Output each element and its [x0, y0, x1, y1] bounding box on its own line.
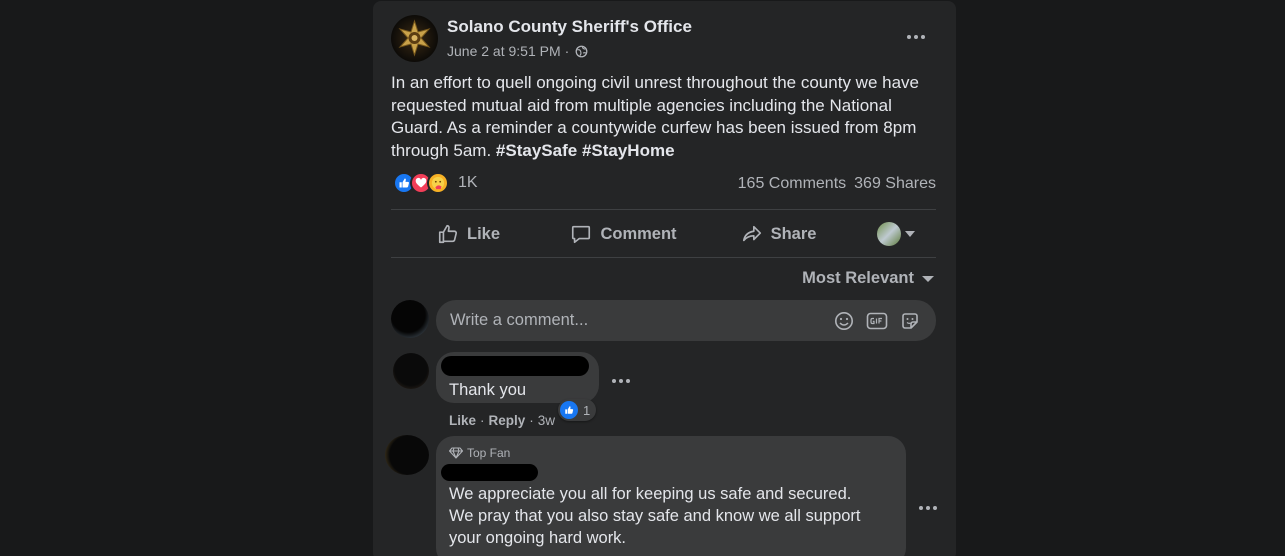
- like-button-label: Like: [466, 224, 501, 243]
- current-user-avatar[interactable]: [391, 300, 429, 338]
- choose-reaction-identity-button[interactable]: [856, 214, 936, 254]
- thumbs-up-icon: [438, 224, 458, 244]
- comment-reaction-count: 1: [583, 402, 591, 418]
- comment-composer: [436, 300, 936, 341]
- share-icon: [742, 225, 761, 242]
- comment-text-line: We pray that you also stay safe and know…: [449, 507, 861, 525]
- comment-reply-link[interactable]: Reply: [489, 413, 526, 428]
- more-dot-icon: [907, 35, 911, 39]
- caret-down-icon: [922, 275, 934, 282]
- comment-action-separator: ·: [529, 413, 534, 428]
- comment-more-options-button[interactable]: [914, 498, 942, 518]
- shares-count-link[interactable]: 369 Shares: [854, 175, 936, 193]
- emoji-icon[interactable]: [832, 309, 856, 333]
- post-text: In an effort to quell ongoing civil unre…: [391, 72, 936, 162]
- comment-text-line: We appreciate you all for keeping us saf…: [449, 485, 852, 503]
- comment-action-separator: ·: [480, 413, 485, 428]
- comment-bubble: Thank you: [436, 352, 599, 403]
- more-dot-icon: [919, 506, 923, 510]
- comment-reaction-summary[interactable]: 1: [558, 399, 597, 421]
- more-dot-icon: [619, 379, 623, 383]
- divider: [391, 257, 936, 258]
- post-card: Solano County Sheriff's Office June 2 at…: [373, 1, 956, 556]
- divider: [391, 209, 936, 210]
- more-dot-icon: [626, 379, 630, 383]
- post-timestamp[interactable]: June 2 at 9:51 PM: [447, 43, 561, 59]
- more-dot-icon: [933, 506, 937, 510]
- comment-button[interactable]: Comment: [546, 214, 701, 254]
- like-button[interactable]: Like: [391, 214, 546, 254]
- top-fan-badge[interactable]: Top Fan: [449, 446, 510, 460]
- post-action-bar: Like Comment Share: [391, 213, 936, 255]
- caret-down-icon: [905, 231, 915, 237]
- sticker-icon[interactable]: [898, 309, 922, 333]
- comment-text-line: your ongoing hard work.: [449, 529, 627, 547]
- reaction-summary[interactable]: 1K: [393, 172, 478, 194]
- comment-button-label: Comment: [600, 224, 677, 243]
- comments-count-link[interactable]: 165 Comments: [738, 175, 847, 193]
- reaction-count: 1K: [458, 174, 478, 191]
- comment-icon: [572, 225, 591, 244]
- identity-avatar: [877, 222, 901, 246]
- commenter-avatar[interactable]: [385, 435, 429, 475]
- share-button-label: Share: [770, 224, 817, 243]
- more-dot-icon: [921, 35, 925, 39]
- globe-icon: [575, 45, 588, 57]
- commenter-avatar[interactable]: [393, 353, 429, 389]
- gif-icon[interactable]: [865, 309, 889, 333]
- comment-more-options-button[interactable]: [607, 371, 635, 391]
- meta-separator: ·: [564, 43, 570, 59]
- comment-input[interactable]: [450, 311, 823, 330]
- page-avatar[interactable]: [391, 15, 438, 62]
- share-button[interactable]: Share: [701, 214, 856, 254]
- sort-label: Most Relevant: [802, 269, 914, 287]
- comment-text: We appreciate you all for keeping us saf…: [449, 483, 899, 549]
- comment-age[interactable]: 3w: [538, 413, 555, 428]
- like-reaction-icon: [560, 401, 578, 419]
- redacted-commenter-name: [441, 464, 538, 481]
- redacted-commenter-name: [441, 356, 589, 376]
- engagement-stats: 165 Comments 369 Shares: [738, 175, 936, 193]
- comment-actions: Like · Reply · 3w: [449, 413, 555, 428]
- more-dot-icon: [926, 506, 930, 510]
- comment-text: Thank you: [449, 381, 527, 399]
- post-more-options-button[interactable]: [898, 23, 934, 51]
- more-dot-icon: [914, 35, 918, 39]
- more-dot-icon: [612, 379, 616, 383]
- top-fan-label: Top Fan: [467, 446, 511, 460]
- hashtag-stayhome[interactable]: #StayHome: [582, 141, 675, 160]
- post-meta: June 2 at 9:51 PM ·: [447, 43, 588, 59]
- diamond-icon: [449, 447, 463, 459]
- comment-sort-dropdown[interactable]: Most Relevant: [802, 269, 934, 288]
- page-name[interactable]: Solano County Sheriff's Office: [447, 17, 692, 37]
- comment-like-link[interactable]: Like: [449, 413, 476, 428]
- care-reaction-icon: [427, 172, 449, 194]
- hashtag-staysafe[interactable]: #StaySafe: [496, 141, 577, 160]
